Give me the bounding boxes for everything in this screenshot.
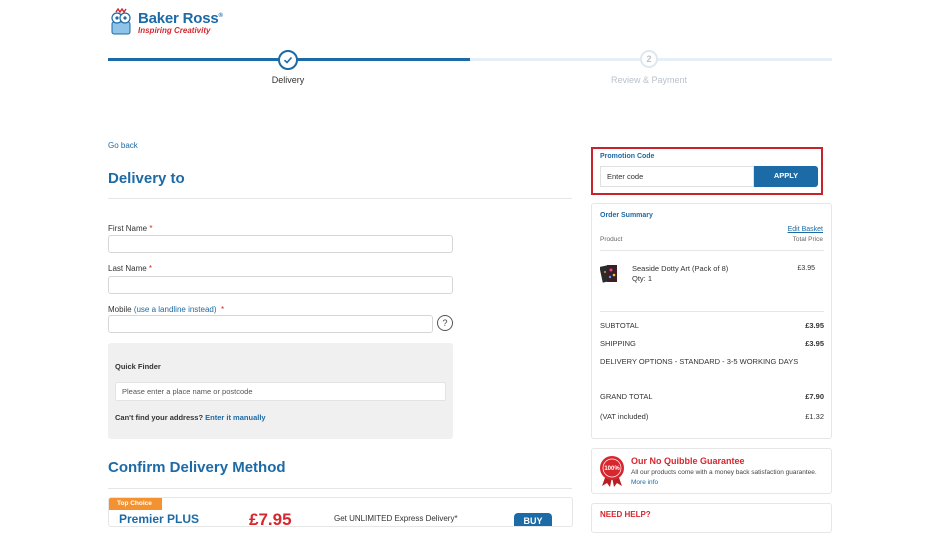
- guarantee-badge-text: 100%: [604, 466, 620, 472]
- brand-tagline: Inspiring Creativity: [138, 26, 211, 35]
- total-price-column-header: Total Price: [792, 236, 823, 243]
- order-summary-title: Order Summary: [600, 212, 653, 219]
- item-quantity: Qty: 1: [632, 274, 653, 283]
- step-1-label: Delivery: [271, 75, 305, 85]
- buy-button[interactable]: BUY: [514, 513, 552, 526]
- shipping-row: SHIPPING £3.95: [600, 339, 824, 348]
- enter-manually-link[interactable]: Enter it manually: [205, 413, 265, 422]
- grand-total-value: £7.90: [805, 392, 824, 401]
- quick-finder-title: Quick Finder: [115, 362, 161, 371]
- confirm-delivery-heading: Confirm Delivery Method: [108, 459, 286, 476]
- top-choice-badge: Top Choice: [109, 498, 162, 510]
- grand-total-row: GRAND TOTAL £7.90: [600, 392, 824, 401]
- shipping-label: SHIPPING: [600, 339, 636, 348]
- last-name-label: Last Name *: [108, 264, 152, 273]
- last-name-label-text: Last Name: [108, 264, 147, 273]
- need-help-title: NEED HELP?: [600, 510, 651, 519]
- guarantee-description: All our products come with a money back …: [631, 468, 826, 488]
- first-name-input[interactable]: [108, 235, 453, 253]
- promotion-code-box: Promotion Code Enter code APPLY: [591, 147, 823, 195]
- guarantee-badge-icon: 100%: [600, 456, 624, 487]
- delivery-heading: Delivery to: [108, 170, 185, 187]
- step-1-check-icon: [278, 50, 298, 70]
- mobile-label-text: Mobile: [108, 305, 132, 314]
- premier-plus-option[interactable]: Top Choice Premier PLUS £7.95 Get UNLIMI…: [108, 497, 573, 527]
- address-search-input[interactable]: Please enter a place name or postcode: [115, 382, 446, 401]
- registered-mark: ®: [218, 13, 223, 19]
- checkout-stepper: 2 Delivery Review & Payment: [108, 50, 832, 90]
- help-icon[interactable]: ?: [437, 315, 453, 331]
- section-divider: [108, 198, 572, 199]
- grand-total-label: GRAND TOTAL: [600, 392, 653, 401]
- mobile-input[interactable]: [108, 315, 433, 333]
- summary-divider: [600, 311, 824, 312]
- guarantee-box: 100% Our No Quibble Guarantee All our pr…: [591, 448, 832, 494]
- quick-finder-panel: Quick Finder Please enter a place name o…: [108, 343, 453, 439]
- subtotal-row: SUBTOTAL £3.95: [600, 321, 824, 330]
- promotion-code-title: Promotion Code: [600, 153, 655, 160]
- delivery-options-text: DELIVERY OPTIONS - STANDARD - 3-5 WORKIN…: [600, 357, 799, 366]
- item-name: Seaside Dotty Art (Pack of 8): [632, 264, 729, 273]
- edit-basket-link[interactable]: Edit Basket: [788, 226, 823, 233]
- summary-divider: [600, 250, 824, 251]
- premier-name: Premier PLUS: [119, 512, 200, 526]
- last-name-input[interactable]: [108, 276, 453, 294]
- brand-logo[interactable]: Baker Ross® Inspiring Creativity: [108, 8, 223, 36]
- step-2-label: Review & Payment: [610, 75, 688, 85]
- required-mark: *: [220, 305, 225, 314]
- go-back-link[interactable]: Go back: [108, 141, 138, 150]
- subtotal-label: SUBTOTAL: [600, 321, 639, 330]
- need-help-box: NEED HELP?: [591, 503, 832, 533]
- cant-find-text: Can't find your address?: [115, 413, 204, 422]
- subtotal-value: £3.95: [805, 321, 824, 330]
- guarantee-text: All our products come with a money back …: [631, 469, 817, 476]
- section-divider: [108, 488, 572, 489]
- mobile-label: Mobile (use a landline instead) *: [108, 305, 224, 314]
- item-price: £3.95: [797, 265, 815, 272]
- first-name-label-text: First Name: [108, 224, 148, 233]
- premier-price: £7.95: [249, 510, 292, 527]
- vat-value: £1.32: [805, 412, 824, 421]
- step-2-number: 2: [640, 50, 658, 68]
- vat-label: (VAT included): [600, 412, 649, 421]
- brand-name: Baker Ross: [138, 10, 219, 27]
- first-name-label: First Name *: [108, 224, 152, 233]
- shipping-value: £3.95: [805, 339, 824, 348]
- guarantee-title: Our No Quibble Guarantee: [631, 456, 745, 466]
- manual-address-prompt: Can't find your address? Enter it manual…: [115, 413, 266, 422]
- landline-link[interactable]: (use a landline instead): [134, 305, 217, 314]
- product-thumbnail[interactable]: [600, 263, 620, 284]
- apply-button[interactable]: APPLY: [754, 166, 818, 187]
- promo-code-input[interactable]: Enter code: [600, 166, 754, 187]
- required-mark: *: [149, 224, 153, 233]
- product-column-header: Product: [600, 236, 623, 243]
- order-summary: Order Summary Edit Basket Product Total …: [591, 203, 832, 439]
- required-mark: *: [148, 264, 153, 273]
- vat-row: (VAT included) £1.32: [600, 412, 824, 421]
- mascot-icon: [111, 8, 131, 35]
- more-info-link[interactable]: More info: [631, 479, 658, 486]
